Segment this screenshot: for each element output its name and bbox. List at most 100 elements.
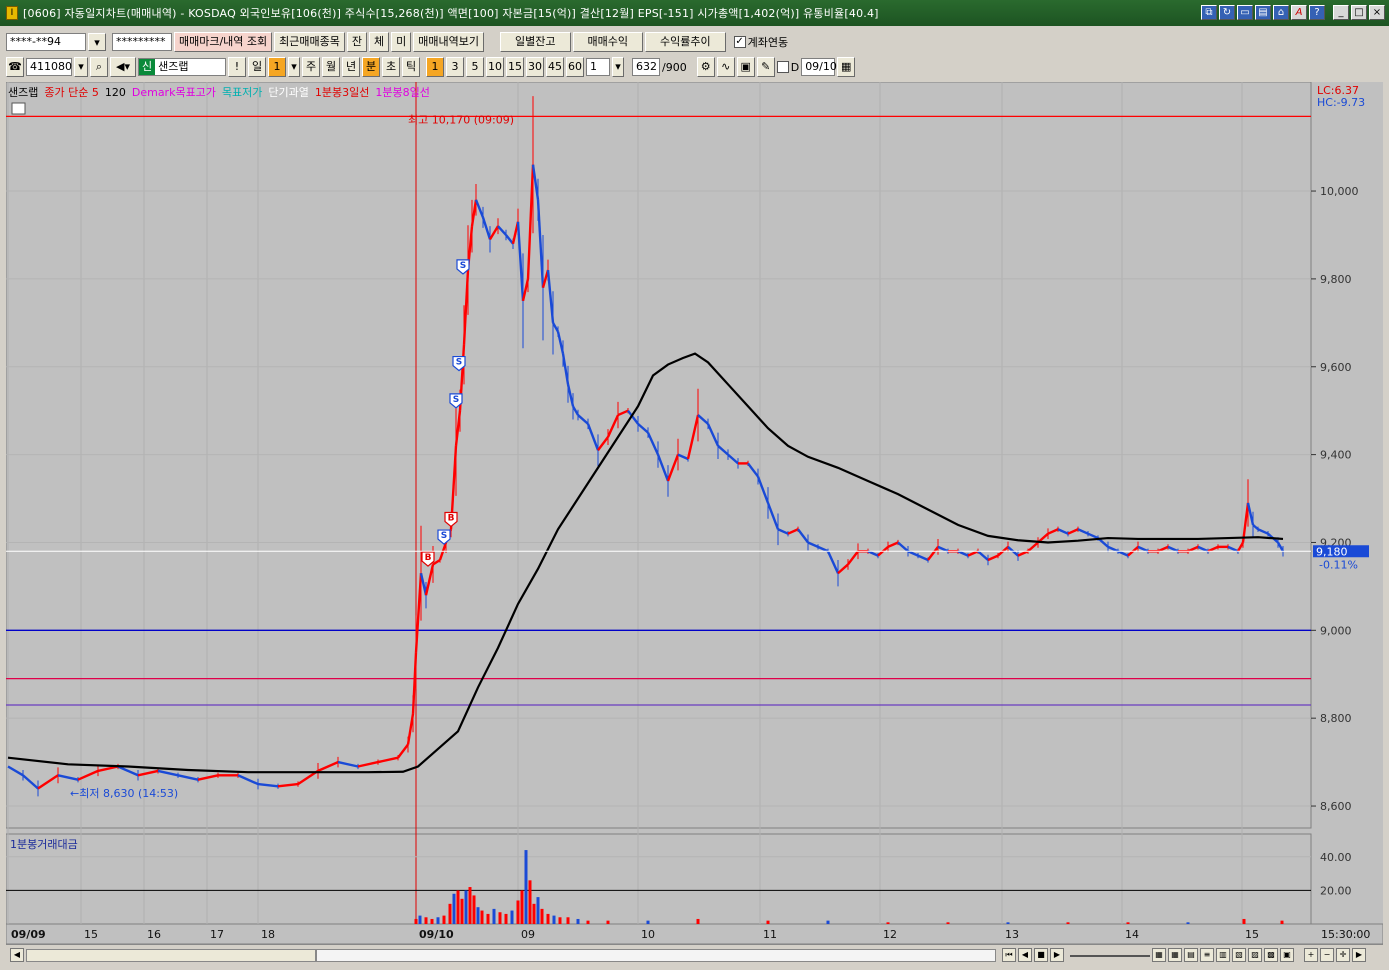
scroll-track[interactable] <box>26 949 316 962</box>
period-day-button[interactable]: 일 <box>248 57 266 77</box>
calendar-icon[interactable]: ▦ <box>837 57 856 77</box>
x-tick-label: 10 <box>641 928 655 941</box>
minute-15-button[interactable]: 15 <box>506 57 524 77</box>
scroll-left-icon[interactable]: ◀ <box>10 948 24 962</box>
y-tick-label: 8,800 <box>1320 712 1352 725</box>
period-second-button[interactable]: 초 <box>382 57 400 77</box>
first-icon[interactable]: ⏮ <box>1002 948 1016 962</box>
minute-45-button[interactable]: 45 <box>546 57 564 77</box>
executed-button[interactable]: 체 <box>369 32 390 52</box>
custom-period-field[interactable]: 1 <box>586 58 610 76</box>
scroll-thumb[interactable] <box>316 949 996 962</box>
volume-bar <box>1186 922 1190 924</box>
minute-60-button[interactable]: 60 <box>566 57 584 77</box>
zoom-minus-icon[interactable]: − <box>1320 948 1334 962</box>
volume-bar <box>606 920 610 924</box>
trade-history-button[interactable]: 매매내역보기 <box>413 32 485 52</box>
list-icon[interactable]: ≡ <box>1200 948 1214 962</box>
phone-icon[interactable]: ☎ <box>6 57 24 77</box>
account-dropdown-icon[interactable]: ▾ <box>88 33 106 51</box>
recent-trades-button[interactable]: 최근매매종목 <box>274 32 345 52</box>
search-icon[interactable]: ⌕ <box>90 57 108 77</box>
period-minute-button[interactable]: 분 <box>362 57 380 77</box>
bar-count-field[interactable]: 632 <box>632 58 660 76</box>
table-icon[interactable]: ▥ <box>1216 948 1230 962</box>
help-icon[interactable]: ? <box>1309 5 1325 20</box>
period-week-button[interactable]: 주 <box>302 57 320 77</box>
volume-bar <box>504 913 508 924</box>
fit-icon[interactable]: ✛ <box>1336 948 1350 962</box>
link-icon[interactable]: ⧉ <box>1201 5 1217 20</box>
panel-icon[interactable]: ▩ <box>1264 948 1278 962</box>
period-tick-button[interactable]: 틱 <box>402 57 420 77</box>
chart-settings-icon[interactable]: ⚙ <box>696 57 715 77</box>
hc-label: HC:-9.73 <box>1317 96 1365 109</box>
volume-bar <box>1066 922 1070 924</box>
chart-area[interactable]: 10,000 9,800 9,600 9,400 9,200 9,000 8,800 8,60… <box>6 82 1383 944</box>
y-tick-label: 9,800 <box>1320 273 1352 286</box>
balance-button[interactable]: 잔 <box>346 32 368 52</box>
font-icon[interactable]: A <box>1291 5 1307 20</box>
date-field[interactable]: 09/10 <box>801 58 837 76</box>
minimize-icon[interactable]: _ <box>1333 5 1349 20</box>
layout-icon[interactable]: ▨ <box>1248 948 1262 962</box>
chart-scrollbar[interactable]: ◀ ⏮ ◀ ■ ▶ ▦ ▦ ▤ ≡ ▥ ▧ ▨ ▩ ▣ + − ✛ ▶ <box>6 944 1383 966</box>
price-chart[interactable]: 10,0009,8009,6009,4009,2009,0008,8008,60… <box>6 82 1383 944</box>
grid-icon[interactable]: ▤ <box>1184 948 1198 962</box>
end-time-label: 15:30:00 <box>1321 928 1370 941</box>
stock-name-field[interactable]: 신 샌즈랩 <box>138 58 226 76</box>
zoom-plus-icon[interactable]: + <box>1304 948 1318 962</box>
home-icon[interactable]: ⌂ <box>1273 5 1289 20</box>
account-field[interactable]: ****-**94 <box>6 33 86 51</box>
account-link-checkbox[interactable]: ✓ <box>733 36 746 48</box>
zoom-in-icon[interactable]: ▦ <box>1168 948 1182 962</box>
code-dropdown-icon[interactable]: ▾ <box>74 57 88 77</box>
refresh-icon[interactable]: ↻ <box>1219 5 1235 20</box>
period-num-button[interactable]: 1 <box>268 57 286 77</box>
volume-bar <box>414 918 418 924</box>
custom-period-dropdown-icon[interactable]: ▾ <box>612 57 624 77</box>
close-icon[interactable]: × <box>1369 5 1385 20</box>
window-titlebar: I [0606] 자동일지차트(매매내역) - KOSDAQ 외국인보유[106… <box>0 0 1389 26</box>
y-tick-label: 8,600 <box>1320 800 1352 813</box>
prev-icon[interactable]: ◀ <box>1018 948 1032 962</box>
return-trend-button[interactable]: 수익률추이 <box>644 32 726 52</box>
date-checkbox[interactable] <box>776 61 789 73</box>
maximize-icon[interactable]: □ <box>1351 5 1367 20</box>
draw-icon[interactable]: ✎ <box>756 57 775 77</box>
print-icon[interactable]: ▤ <box>1255 5 1271 20</box>
volume-tick-label: 20.00 <box>1320 884 1352 897</box>
next-icon[interactable]: ▶ <box>1050 948 1064 962</box>
view-icon[interactable]: ▣ <box>1280 948 1294 962</box>
unexecuted-button[interactable]: 미 <box>391 32 412 52</box>
period-month-button[interactable]: 월 <box>322 57 340 77</box>
scroll-right-icon[interactable]: ▶ <box>1352 948 1366 962</box>
x-tick-label: 09/09 <box>11 928 46 941</box>
minute-5-button[interactable]: 5 <box>466 57 484 77</box>
daily-balance-button[interactable]: 일별잔고 <box>500 32 571 52</box>
split-icon[interactable]: ▧ <box>1232 948 1246 962</box>
zoom-slider[interactable] <box>1070 955 1150 957</box>
stock-code-field[interactable]: 411080 <box>26 58 72 76</box>
x-tick-label: 13 <box>1005 928 1019 941</box>
zoom-out-icon[interactable]: ▦ <box>1152 948 1166 962</box>
period-dropdown-icon[interactable]: ▾ <box>288 57 300 77</box>
minute-3-button[interactable]: 3 <box>446 57 464 77</box>
volume-bar <box>464 890 468 924</box>
minute-10-button[interactable]: 10 <box>486 57 504 77</box>
trade-profit-button[interactable]: 매매수익 <box>572 32 643 52</box>
minute-1-button[interactable]: 1 <box>426 57 444 77</box>
y-tick-label: 9,400 <box>1320 449 1352 462</box>
sound-icon[interactable]: ◀▾ <box>110 57 136 77</box>
save-icon[interactable]: ▣ <box>736 57 755 77</box>
change-pct-label: -0.11% <box>1319 558 1358 571</box>
screen-icon[interactable]: ▭ <box>1237 5 1253 20</box>
stop-icon[interactable]: ■ <box>1034 948 1048 962</box>
alert-icon[interactable]: ! <box>228 57 246 77</box>
indicator-icon[interactable]: ∿ <box>716 57 735 77</box>
minute-30-button[interactable]: 30 <box>526 57 544 77</box>
marks-query-button[interactable]: 매매마크/내역 조회 <box>174 32 273 52</box>
period-year-button[interactable]: 년 <box>342 57 360 77</box>
password-field[interactable]: ********* <box>112 33 172 51</box>
window-title: [0606] 자동일지차트(매매내역) - KOSDAQ 외국인보유[106(천… <box>23 7 879 20</box>
